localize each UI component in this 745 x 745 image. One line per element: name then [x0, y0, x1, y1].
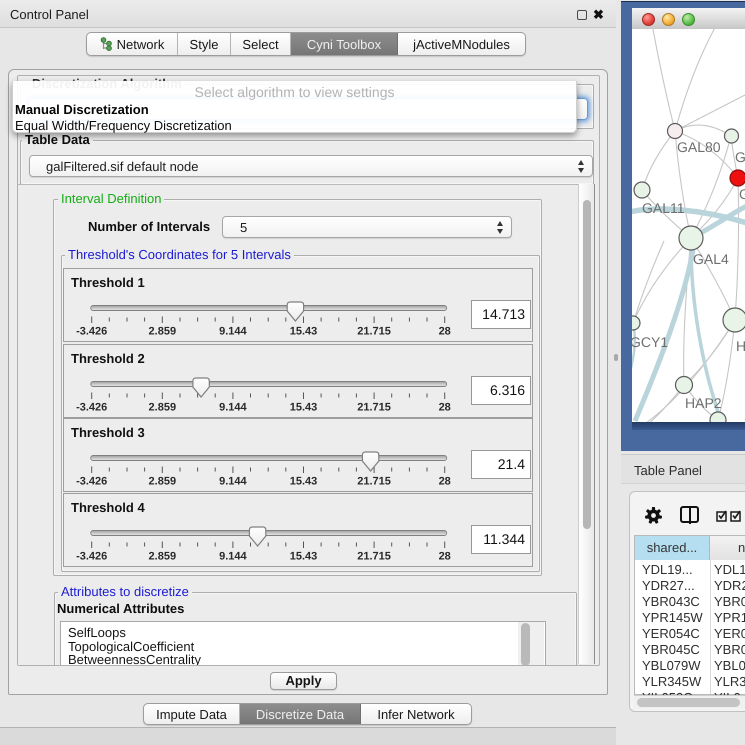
svg-text:GCY1: GCY1 — [632, 334, 668, 350]
svg-text:2.859: 2.859 — [149, 551, 177, 563]
svg-text:GA: GA — [739, 186, 745, 202]
svg-text:HI: HI — [736, 338, 745, 354]
svg-text:9.144: 9.144 — [219, 326, 247, 338]
svg-text:15.43: 15.43 — [290, 326, 318, 338]
svg-text:-3.426: -3.426 — [76, 402, 107, 414]
svg-text:-3.426: -3.426 — [76, 476, 107, 488]
svg-text:21.715: 21.715 — [357, 476, 391, 488]
svg-text:2.859: 2.859 — [149, 326, 177, 338]
svg-text:HAP2: HAP2 — [685, 395, 722, 411]
svg-text:15.43: 15.43 — [290, 476, 318, 488]
svg-text:2.859: 2.859 — [149, 402, 177, 414]
svg-text:-3.426: -3.426 — [76, 551, 107, 563]
svg-text:28: 28 — [439, 402, 451, 414]
svg-text:21.715: 21.715 — [357, 402, 391, 414]
svg-text:-3.426: -3.426 — [76, 326, 107, 338]
svg-text:21.715: 21.715 — [357, 326, 391, 338]
svg-text:28: 28 — [439, 476, 451, 488]
svg-text:15.43: 15.43 — [290, 402, 318, 414]
svg-text:9.144: 9.144 — [219, 551, 247, 563]
svg-text:9.144: 9.144 — [219, 476, 247, 488]
svg-text:2.859: 2.859 — [149, 476, 177, 488]
svg-text:9.144: 9.144 — [219, 402, 247, 414]
svg-text:GAL80: GAL80 — [677, 139, 721, 155]
svg-text:15.43: 15.43 — [290, 551, 318, 563]
svg-text:28: 28 — [439, 551, 451, 563]
svg-text:GAL11: GAL11 — [642, 200, 685, 216]
svg-text:28: 28 — [439, 326, 451, 338]
svg-text:GA: GA — [735, 149, 745, 165]
svg-text:21.715: 21.715 — [357, 551, 391, 563]
svg-text:GAL4: GAL4 — [693, 251, 729, 267]
